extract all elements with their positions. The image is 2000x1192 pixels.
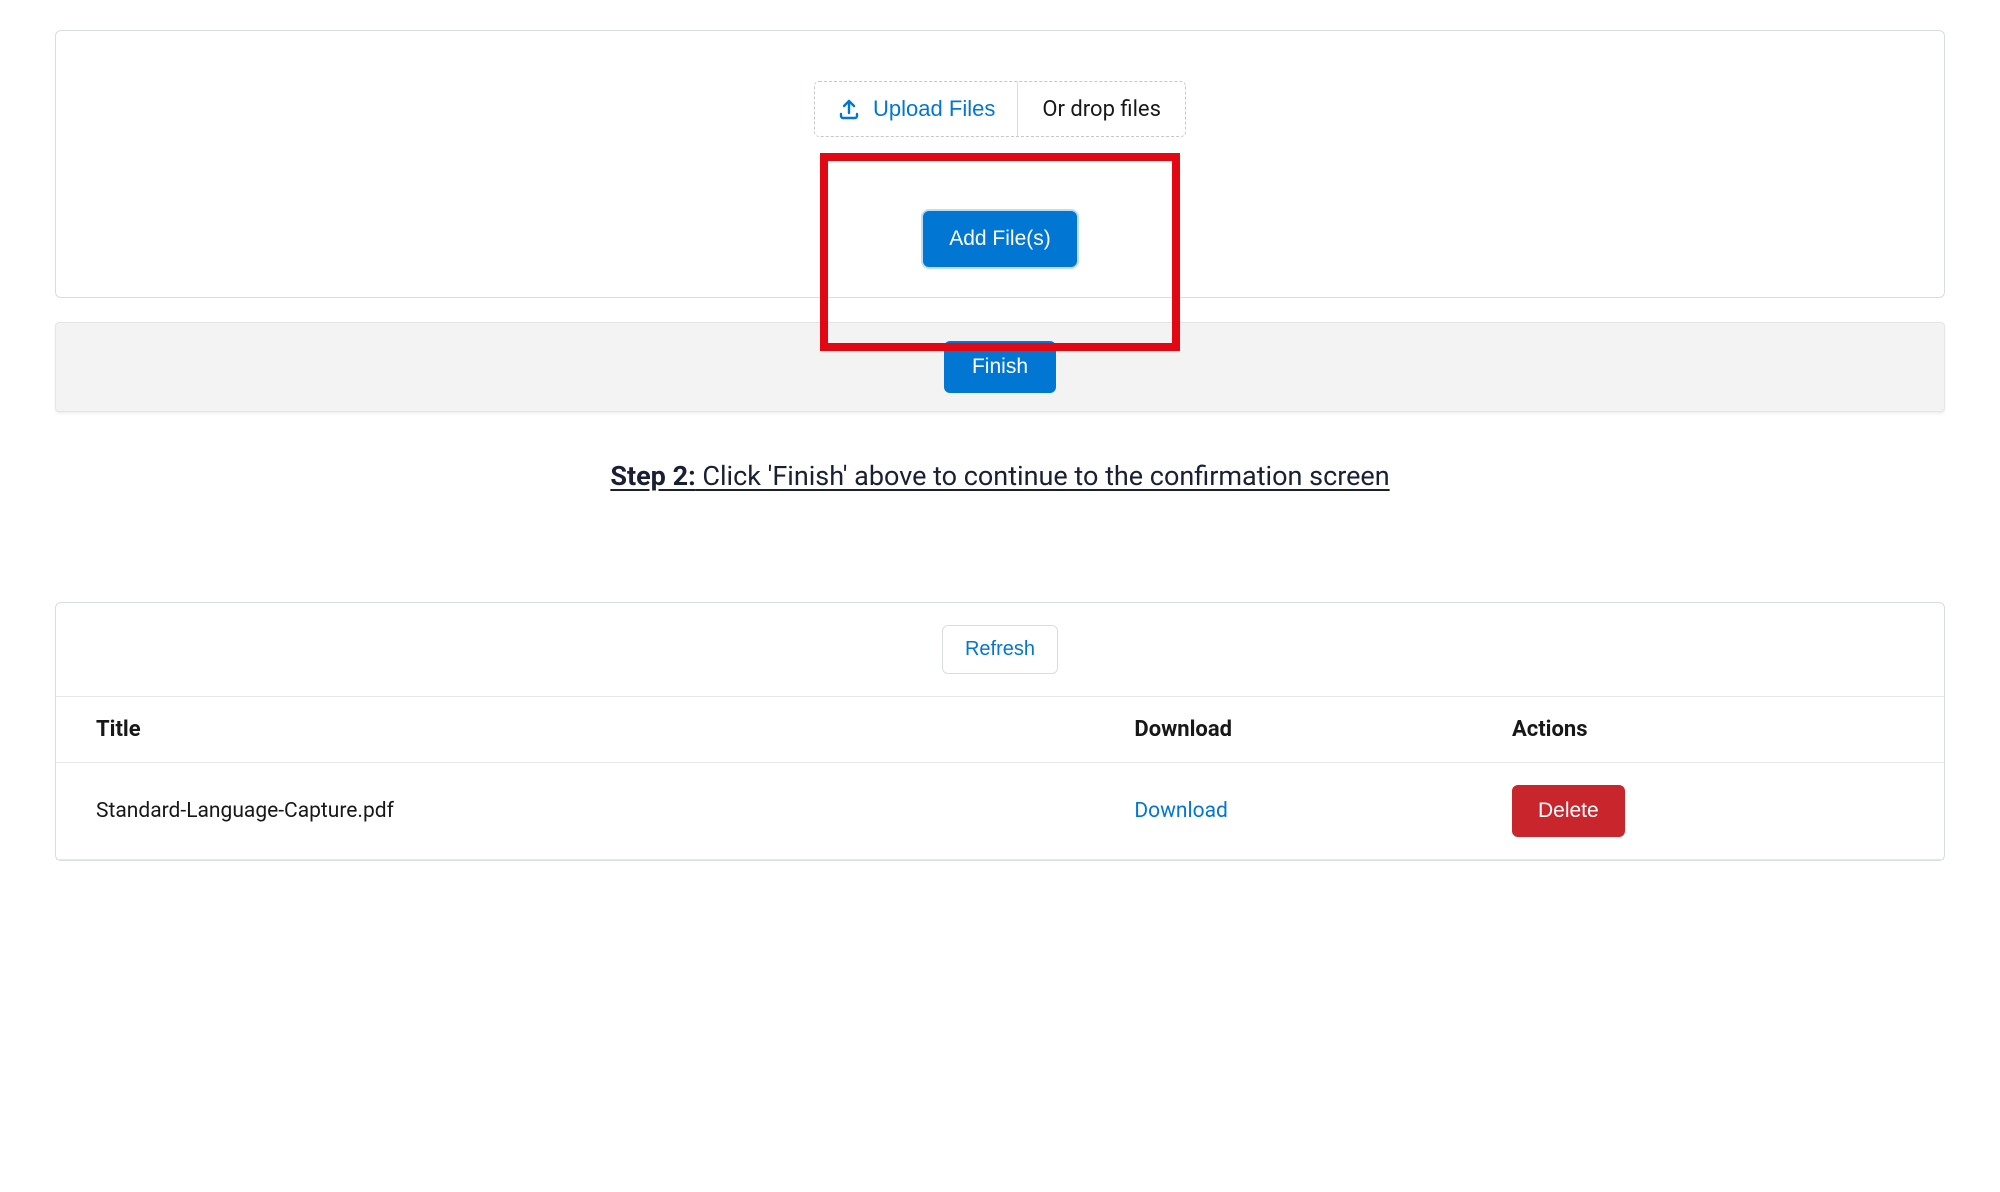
finish-button[interactable]: Finish xyxy=(944,341,1056,393)
files-table: Title Download Actions Standard-Language… xyxy=(56,697,1944,860)
step-label: Step 2: xyxy=(610,460,695,492)
files-panel-header: Refresh xyxy=(56,603,1944,697)
step-instruction-text: Click 'Finish' above to continue to the … xyxy=(696,460,1390,492)
column-download: Download xyxy=(1094,697,1472,763)
column-title: Title xyxy=(56,697,1094,763)
add-file-area: Add File(s) xyxy=(56,165,1944,297)
upload-panel: Upload Files Or drop files Add File(s) xyxy=(55,30,1945,298)
upload-icon xyxy=(837,97,861,121)
refresh-button[interactable]: Refresh xyxy=(942,625,1058,674)
file-title-cell: Standard-Language-Capture.pdf xyxy=(56,763,1094,860)
table-header-row: Title Download Actions xyxy=(56,697,1944,763)
column-actions: Actions xyxy=(1472,697,1944,763)
drop-files-label: Or drop files xyxy=(1018,82,1185,136)
upload-files-button[interactable]: Upload Files xyxy=(815,82,1018,136)
upload-files-label: Upload Files xyxy=(873,96,995,122)
add-files-button[interactable]: Add File(s) xyxy=(923,211,1077,267)
upload-area: Upload Files Or drop files xyxy=(56,31,1944,165)
delete-button[interactable]: Delete xyxy=(1512,785,1625,837)
files-panel: Refresh Title Download Actions Standard-… xyxy=(55,602,1945,861)
upload-dropzone[interactable]: Upload Files Or drop files xyxy=(814,81,1186,137)
download-link[interactable]: Download xyxy=(1134,799,1228,823)
table-row: Standard-Language-Capture.pdf Download D… xyxy=(56,763,1944,860)
finish-bar: Finish xyxy=(55,322,1945,412)
step-instruction: Step 2: Click 'Finish' above to continue… xyxy=(55,460,1945,492)
